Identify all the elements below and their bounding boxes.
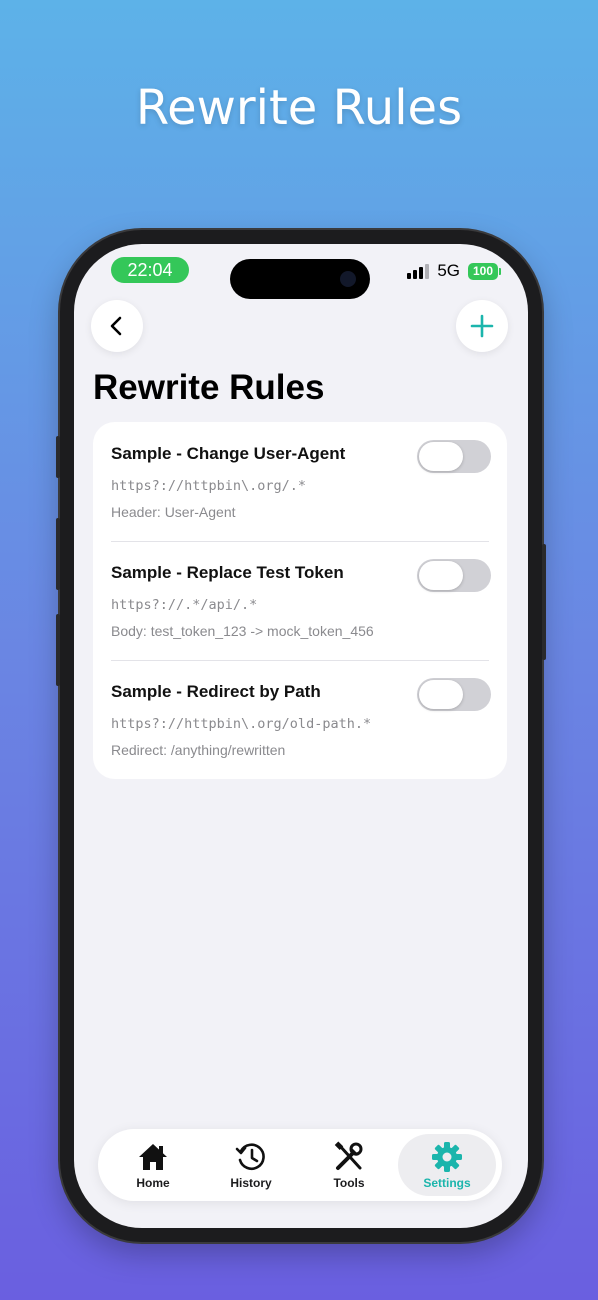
rule-item[interactable]: Sample - Redirect by Path https?://httpb…: [93, 660, 507, 779]
toggle-knob: [419, 442, 463, 471]
rule-item[interactable]: Sample - Replace Test Token https?://.*/…: [93, 541, 507, 660]
chevron-left-icon: [110, 316, 122, 336]
tab-history[interactable]: History: [202, 1134, 300, 1196]
rule-detail: Body: test_token_123 -> mock_token_456: [111, 623, 374, 639]
rule-toggle[interactable]: [417, 559, 491, 592]
tab-label: History: [230, 1176, 272, 1190]
signal-icon: [407, 263, 430, 279]
promo-title: Rewrite Rules: [135, 80, 463, 136]
tab-label: Tools: [333, 1176, 365, 1190]
clock-history-icon: [234, 1140, 268, 1174]
tab-label: Settings: [423, 1176, 471, 1190]
toggle-knob: [419, 561, 463, 590]
house-icon: [136, 1140, 170, 1174]
status-time: 22:04: [111, 257, 189, 283]
action-button: [56, 436, 60, 478]
tab-label: Home: [136, 1176, 170, 1190]
tab-settings[interactable]: Settings: [398, 1134, 496, 1196]
power-button: [542, 544, 546, 660]
rule-pattern: https?://httpbin\.org/old-path.*: [111, 716, 372, 732]
rule-pattern: https?://httpbin\.org/.*: [111, 478, 307, 494]
rule-pattern: https?://.*/api/.*: [111, 597, 258, 613]
rule-toggle[interactable]: [417, 678, 491, 711]
volume-up-button: [56, 518, 60, 590]
plus-icon: [470, 314, 494, 338]
wrench-screwdriver-icon: [332, 1140, 366, 1174]
rule-detail: Header: User-Agent: [111, 504, 236, 520]
dynamic-island: [230, 259, 370, 299]
screen: 22:04 5G 100 Rewrite Rules Sample - Chan…: [74, 244, 528, 1228]
tab-tools[interactable]: Tools: [300, 1134, 398, 1196]
network-type: 5G: [437, 261, 460, 280]
back-button[interactable]: [91, 300, 143, 352]
rule-toggle[interactable]: [417, 440, 491, 473]
page-title: Rewrite Rules: [93, 368, 325, 407]
gear-icon: [430, 1140, 464, 1174]
add-rule-button[interactable]: [456, 300, 508, 352]
rules-list: Sample - Change User-Agent https?://http…: [93, 422, 507, 779]
phone-frame: 22:04 5G 100 Rewrite Rules Sample - Chan…: [56, 230, 546, 1242]
toggle-knob: [419, 680, 463, 709]
rule-detail: Redirect: /anything/rewritten: [111, 742, 286, 758]
tab-home[interactable]: Home: [104, 1134, 202, 1196]
rule-item[interactable]: Sample - Change User-Agent https?://http…: [93, 422, 507, 541]
volume-down-button: [56, 614, 60, 686]
status-indicators: 5G 100: [407, 260, 501, 282]
camera-icon: [340, 271, 356, 287]
tab-bar: Home History Tools Settings: [98, 1129, 502, 1201]
battery-icon: 100: [468, 262, 501, 280]
